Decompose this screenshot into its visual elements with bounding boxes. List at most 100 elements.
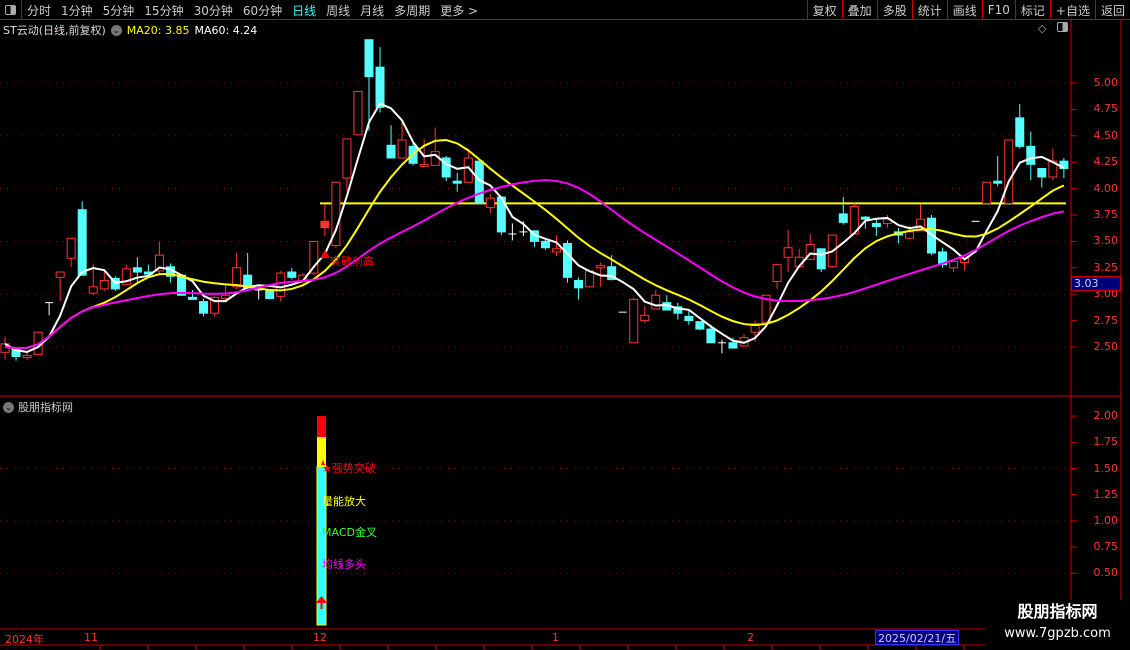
period-tab-8[interactable]: 月线 bbox=[355, 2, 389, 19]
price-tick-label: 4.75 bbox=[1093, 102, 1119, 116]
toolbar-button-6[interactable]: 标记 bbox=[1014, 0, 1050, 20]
candle-body bbox=[154, 254, 164, 272]
candle-body bbox=[11, 348, 21, 358]
candle-body bbox=[640, 314, 650, 322]
candle-body bbox=[904, 231, 914, 239]
current-price-tag: 3.03 bbox=[1071, 276, 1121, 291]
candle-body bbox=[331, 181, 341, 247]
candle-body bbox=[176, 274, 186, 296]
candle-body bbox=[938, 251, 948, 266]
arrow-up-icon bbox=[320, 250, 330, 258]
period-tab-2[interactable]: 5分钟 bbox=[98, 2, 140, 19]
toolbar-button-8[interactable]: 返回 bbox=[1094, 0, 1130, 20]
period-tab-9[interactable]: 多周期 bbox=[389, 2, 435, 19]
period-tab-1[interactable]: 1分钟 bbox=[56, 2, 98, 19]
candle-body bbox=[353, 90, 363, 136]
candle-body bbox=[408, 145, 418, 164]
candle-body bbox=[276, 272, 286, 297]
period-tab-0[interactable]: 分时 bbox=[22, 2, 56, 19]
toolbar-button-1[interactable]: 叠加 bbox=[841, 0, 877, 20]
candle-body bbox=[927, 217, 937, 254]
watermark-url: www.7gpzb.com bbox=[1004, 626, 1111, 641]
indicator-header: ⌄ 股朋指标网 bbox=[3, 399, 73, 415]
price-tick-label: 2.75 bbox=[1093, 313, 1119, 327]
price-tick-label: 5.00 bbox=[1093, 76, 1119, 89]
candle-body bbox=[783, 247, 793, 258]
candle-body bbox=[540, 240, 550, 249]
side-panel-strip[interactable] bbox=[1122, 20, 1130, 600]
candle-body bbox=[585, 270, 595, 288]
price-tick-label: 3.75 bbox=[1093, 208, 1119, 221]
candle-body bbox=[684, 315, 694, 322]
indicator-bar-cyan bbox=[316, 465, 327, 626]
candle-body bbox=[474, 160, 484, 204]
arrow-up-icon bbox=[316, 596, 327, 603]
candle-body bbox=[143, 271, 153, 275]
toolbar-button-7[interactable]: +自选 bbox=[1049, 0, 1095, 20]
panel-icon[interactable] bbox=[1057, 22, 1068, 32]
candle-body bbox=[364, 39, 374, 78]
candle-body bbox=[993, 180, 1003, 184]
candle-body bbox=[838, 213, 848, 223]
price-tick-label: 2.50 bbox=[1093, 340, 1119, 353]
watermark-name: 股朋指标网 bbox=[1017, 602, 1098, 621]
candle-body bbox=[882, 218, 892, 224]
diamond-icon[interactable]: ◇ bbox=[1038, 22, 1046, 35]
candle-body bbox=[88, 286, 98, 294]
indicator-tick-label: 0.50 bbox=[1093, 566, 1119, 580]
candle-body bbox=[375, 66, 385, 108]
candle-body bbox=[949, 260, 959, 269]
toolbar-button-5[interactable]: F10 bbox=[981, 0, 1015, 20]
price-tick-label: 4.50 bbox=[1093, 128, 1119, 142]
candle-body bbox=[110, 277, 120, 290]
indicator-tick-label: 1.25 bbox=[1093, 487, 1119, 501]
period-tab-3[interactable]: 15分钟 bbox=[139, 2, 188, 19]
period-toolbar: 分时 1分钟 5分钟 15分钟 30分钟 60分钟 日线 周线 月线 多周期 更多 > 复权 叠加 多股… bbox=[0, 0, 1130, 20]
toolbar-button-3[interactable]: 统计 bbox=[911, 0, 947, 20]
candle-body bbox=[1059, 160, 1069, 170]
candle-body bbox=[210, 296, 220, 314]
candle-body bbox=[309, 240, 319, 274]
toolbar-button-0[interactable]: 复权 bbox=[806, 0, 842, 20]
price-tick-label: 3.25 bbox=[1093, 260, 1119, 274]
candle-body bbox=[221, 294, 231, 299]
ma20-label: MA20: 3.85 bbox=[126, 23, 190, 37]
ma60-line bbox=[4, 179, 1065, 350]
candle-body bbox=[441, 157, 451, 178]
candle-body bbox=[66, 237, 76, 259]
candle-body bbox=[1004, 139, 1014, 204]
chevron-down-icon[interactable]: ⌄ bbox=[3, 401, 14, 413]
time-label-feb: 2 bbox=[747, 631, 754, 644]
candle-body bbox=[165, 266, 175, 277]
time-label-nov: 11 bbox=[84, 631, 98, 644]
chevron-down-icon[interactable]: ⌄ bbox=[110, 24, 122, 36]
candle-body bbox=[121, 268, 131, 286]
period-tab-6[interactable]: 日线 bbox=[287, 2, 321, 19]
candle-body bbox=[915, 218, 925, 232]
candle-body bbox=[849, 206, 859, 235]
candle-body bbox=[1048, 160, 1058, 178]
toolbar-button-4[interactable]: 画线 bbox=[946, 0, 982, 20]
candle-body bbox=[77, 209, 87, 276]
candle-body bbox=[188, 296, 198, 300]
ma-fast-line bbox=[4, 102, 1065, 353]
ma20-line bbox=[4, 138, 1065, 350]
indicator-tick-label: 1.75 bbox=[1093, 435, 1119, 449]
candle-body bbox=[960, 257, 970, 264]
candle-body bbox=[419, 163, 429, 167]
period-tab-4[interactable]: 30分钟 bbox=[189, 2, 238, 19]
period-tab-7[interactable]: 周线 bbox=[321, 2, 355, 19]
period-tab-10[interactable]: 更多 > bbox=[435, 2, 483, 19]
candle-body bbox=[0, 343, 10, 353]
period-tab-5[interactable]: 60分钟 bbox=[238, 2, 287, 19]
signal-ma-bull: 均线多头 bbox=[322, 558, 366, 571]
candle-body bbox=[1037, 168, 1047, 178]
candle-body bbox=[55, 271, 65, 278]
toolbar-button-2[interactable]: 多股 bbox=[876, 0, 912, 20]
candle-body bbox=[607, 266, 617, 280]
indicator-tick-label: 1.00 bbox=[1093, 513, 1119, 527]
panel-toggle-button[interactable] bbox=[0, 0, 22, 20]
candle-body bbox=[287, 271, 297, 278]
candle-body bbox=[232, 267, 242, 288]
candle-body bbox=[673, 306, 683, 314]
